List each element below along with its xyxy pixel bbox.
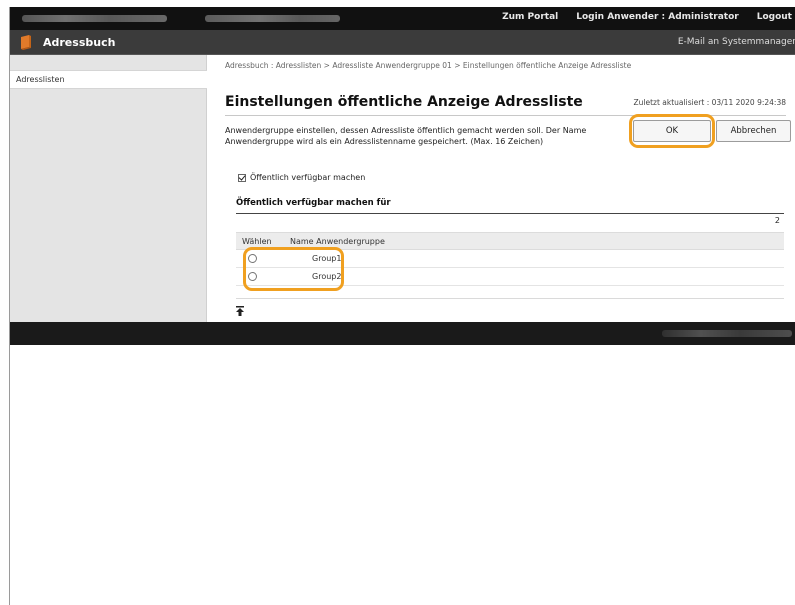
scroll-to-top-icon[interactable]: [236, 306, 244, 316]
top-links: Zum Portal Login Anwender : Administrato…: [502, 12, 792, 22]
device-model-blurred: [205, 15, 340, 22]
public-checkbox[interactable]: [238, 173, 246, 182]
app-title: Adressbuch: [43, 36, 116, 49]
login-user-label: Login Anwender : Administrator: [576, 12, 739, 22]
page-title: Einstellungen öffentliche Anzeige Adress…: [225, 94, 583, 110]
description-text: Anwendergruppe einstellen, dessen Adress…: [225, 126, 587, 146]
table-bottom-divider: [236, 298, 784, 299]
ok-button-highlight: [629, 114, 715, 148]
section-title: Öffentlich verfügbar machen für: [236, 198, 391, 208]
app-frame: Zum Portal Login Anwender : Administrato…: [9, 7, 795, 605]
rows-highlight: [243, 247, 344, 291]
address-book-icon: [21, 35, 31, 50]
main-content: Adressbuch : Adresslisten > Adressliste …: [208, 55, 795, 322]
email-system-manager-link[interactable]: E-Mail an Systemmanager: [678, 37, 795, 47]
item-count: 2: [774, 216, 780, 225]
public-checkbox-row[interactable]: Öffentlich verfügbar machen: [238, 173, 365, 182]
device-name-blurred: [22, 15, 167, 22]
cancel-button[interactable]: Abbrechen: [716, 120, 791, 142]
footer-bar: [10, 322, 795, 345]
section-divider: [236, 213, 784, 214]
public-checkbox-label: Öffentlich verfügbar machen: [250, 173, 366, 182]
breadcrumb[interactable]: Adressbuch : Adresslisten > Adressliste …: [225, 61, 631, 70]
sidebar: Adresslisten: [10, 55, 207, 322]
column-header-select: Wählen: [242, 237, 272, 246]
sidebar-item-address-lists[interactable]: Adresslisten: [10, 70, 207, 89]
last-updated-label: Zuletzt aktualisiert : 03/11 2020 9:24:3…: [633, 98, 787, 107]
copyright-blurred: [662, 330, 792, 337]
column-header-name: Name Anwendergruppe: [290, 237, 385, 246]
top-bar: Zum Portal Login Anwender : Administrato…: [10, 7, 795, 30]
portal-link[interactable]: Zum Portal: [502, 12, 558, 22]
app-header: Adressbuch E-Mail an Systemmanager: [10, 30, 795, 55]
logout-link[interactable]: Logout: [757, 12, 792, 22]
